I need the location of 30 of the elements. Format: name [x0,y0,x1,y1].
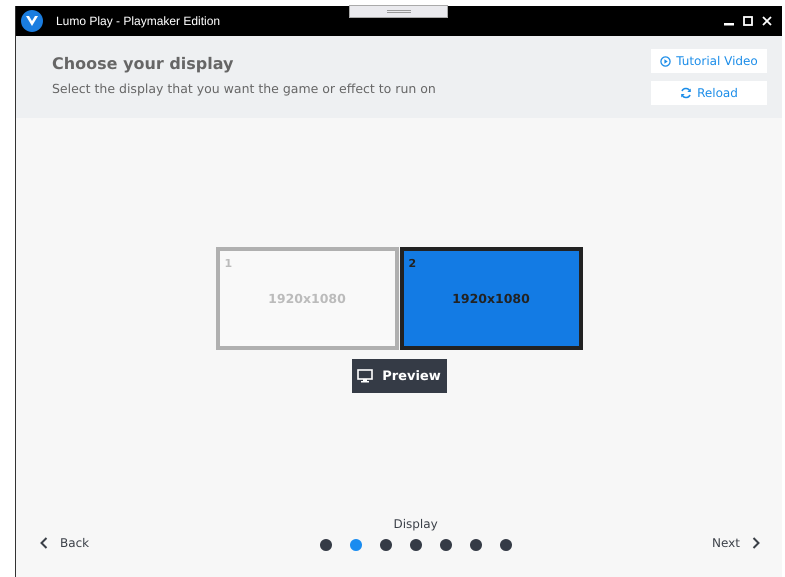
close-icon[interactable] [762,16,772,26]
preview-button[interactable]: Preview [352,359,446,393]
display-resolution: 1920x1080 [268,291,346,306]
step-dot[interactable] [380,539,392,551]
tutorial-video-button[interactable]: Tutorial Video [651,49,767,73]
back-link[interactable]: Back [40,536,90,550]
drag-handle[interactable] [349,5,448,18]
play-icon [660,56,672,66]
page-subtitle: Select the display that you want the game or effect to run on [52,81,436,96]
chevron-left-icon [40,537,48,549]
step-dot[interactable] [470,539,482,551]
step-dot[interactable] [440,539,452,551]
refresh-icon [680,87,692,99]
step-dot[interactable] [350,539,362,551]
display-tile[interactable]: 2 1920x1080 [400,247,582,350]
window-title: Lumo Play - Playmaker Edition [56,14,220,28]
reload-button[interactable]: Reload [651,81,767,105]
display-resolution: 1920x1080 [452,291,530,306]
logo-icon [21,10,43,32]
next-link[interactable]: Next [712,536,760,550]
display-number: 1 [224,257,232,270]
monitor-icon [357,369,374,383]
step-dot[interactable] [410,539,422,551]
maximize-icon[interactable] [743,16,753,26]
page-title: Choose your display [52,54,234,73]
step-dot[interactable] [320,539,332,551]
chevron-right-icon [752,537,760,549]
step-dot[interactable] [500,539,512,551]
step-label: Display [393,517,438,531]
display-number: 2 [408,257,416,270]
